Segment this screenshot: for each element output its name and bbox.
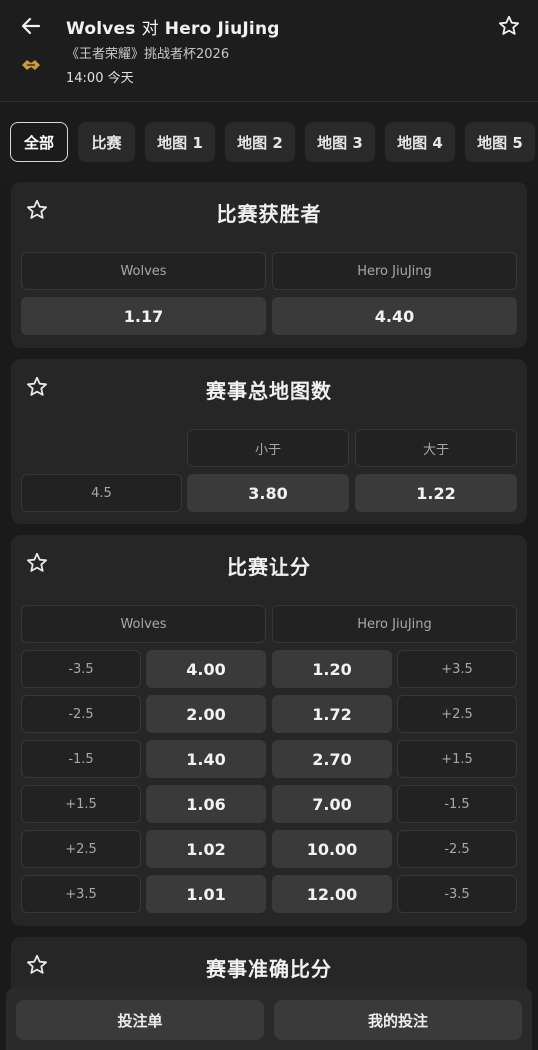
tab-map-5[interactable]: 地图 5 <box>465 122 535 162</box>
team-home-name: Wolves <box>66 19 136 39</box>
handicap-line-home: -1.5 <box>21 740 141 778</box>
odds-button-away[interactable]: 1.72 <box>272 695 392 733</box>
handicap-line-away: -1.5 <box>397 785 517 823</box>
back-button[interactable] <box>16 12 46 40</box>
handicap-line-home: -2.5 <box>21 695 141 733</box>
my-bets-button[interactable]: 我的投注 <box>274 1000 522 1040</box>
favorite-match-button[interactable] <box>494 12 524 40</box>
odds-button-home[interactable]: 2.00 <box>146 695 266 733</box>
market-total-maps: 赛事总地图数 小于 大于 4.5 3.80 1.22 <box>11 359 527 524</box>
odds-button-home[interactable]: 1.01 <box>146 875 266 913</box>
odds-button-home[interactable]: 1.06 <box>146 785 266 823</box>
tab-all[interactable]: 全部 <box>10 122 68 162</box>
odds-button-away[interactable]: 4.40 <box>272 297 517 335</box>
market-title: 赛事准确比分 <box>206 957 332 981</box>
team-away-name: Hero JiuJing <box>164 19 280 39</box>
market-match-winner: 比赛获胜者 Wolves Hero JiuJing 1.17 4.40 <box>11 182 527 348</box>
tournament-logo-icon <box>22 60 40 70</box>
handicap-line-away: +1.5 <box>397 740 517 778</box>
odds-button-under[interactable]: 3.80 <box>187 474 349 512</box>
odds-button-away[interactable]: 12.00 <box>272 875 392 913</box>
odds-button-away[interactable]: 2.70 <box>272 740 392 778</box>
outcome-label-home: Wolves <box>21 252 266 290</box>
handicap-line-home: +3.5 <box>21 875 141 913</box>
match-title: Wolves 对 Hero JiuJing <box>66 14 280 39</box>
odds-button-home[interactable]: 1.02 <box>146 830 266 868</box>
outcome-label-under: 小于 <box>187 429 349 467</box>
odds-button-over[interactable]: 1.22 <box>355 474 517 512</box>
tournament-name: 《王者荣耀》挑战者杯2026 <box>66 47 230 62</box>
handicap-line-away: +2.5 <box>397 695 517 733</box>
market-handicap: 比赛让分 Wolves Hero JiuJing -3.5 4.00 1.20 … <box>11 535 527 926</box>
tab-map-2[interactable]: 地图 2 <box>225 122 295 162</box>
page: Wolves 对 Hero JiuJing 《王者荣耀》挑战者杯2026 14:00… <box>0 0 538 1050</box>
market-title: 比赛获胜者 <box>216 202 322 226</box>
odds-button-home[interactable]: 1.40 <box>146 740 266 778</box>
odds-button-away[interactable]: 10.00 <box>272 830 392 868</box>
tab-map-4[interactable]: 地图 4 <box>385 122 455 162</box>
bottom-bar: 投注单 我的投注 <box>6 988 532 1050</box>
arrow-left-icon <box>21 17 41 35</box>
match-header: Wolves 对 Hero JiuJing 《王者荣耀》挑战者杯2026 14:00… <box>0 0 538 102</box>
market-title: 比赛让分 <box>227 555 311 579</box>
handicap-line-away: -3.5 <box>397 875 517 913</box>
tab-match[interactable]: 比赛 <box>78 122 135 162</box>
handicap-line-away: -2.5 <box>397 830 517 868</box>
line-value: 4.5 <box>21 474 182 512</box>
outcome-label-away: Hero JiuJing <box>272 252 517 290</box>
match-time: 14:00 今天 <box>66 71 134 86</box>
odds-button-home[interactable]: 1.17 <box>21 297 266 335</box>
odds-button-away[interactable]: 1.20 <box>272 650 392 688</box>
handicap-line-home: +1.5 <box>21 785 141 823</box>
handicap-line-home: +2.5 <box>21 830 141 868</box>
betslip-button[interactable]: 投注单 <box>16 1000 264 1040</box>
odds-button-home[interactable]: 4.00 <box>146 650 266 688</box>
star-icon <box>499 15 519 35</box>
outcome-label-away: Hero JiuJing <box>272 605 517 643</box>
odds-button-away[interactable]: 7.00 <box>272 785 392 823</box>
outcome-label-over: 大于 <box>355 429 517 467</box>
market-title: 赛事总地图数 <box>206 379 332 403</box>
outcome-label-home: Wolves <box>21 605 266 643</box>
vs-label: 对 <box>141 19 159 39</box>
tab-map-3[interactable]: 地图 3 <box>305 122 375 162</box>
tournament-logo <box>20 54 42 76</box>
handicap-line-home: -3.5 <box>21 650 141 688</box>
market-tabs: 全部 比赛 地图 1 地图 2 地图 3 地图 4 地图 5 <box>0 102 538 180</box>
handicap-line-away: +3.5 <box>397 650 517 688</box>
tab-map-1[interactable]: 地图 1 <box>145 122 215 162</box>
